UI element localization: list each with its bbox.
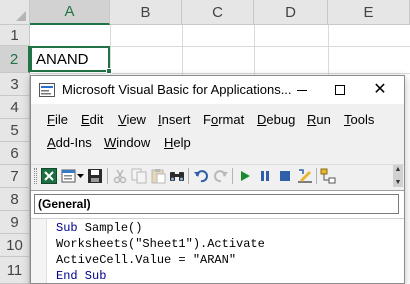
menu-edit-label: dit [89, 112, 104, 127]
menu-add-ins[interactable]: Add-Ins [47, 135, 92, 150]
row-header-11[interactable]: 11 [0, 257, 30, 284]
menu-run-mnemonic: R [307, 112, 317, 127]
menu-help-mnemonic: H [164, 135, 174, 150]
column-header-a[interactable]: A [30, 0, 110, 25]
run-icon[interactable] [236, 167, 254, 185]
menu-add-ins-mnemonic: A [47, 135, 56, 150]
menu-view[interactable]: View [118, 112, 146, 127]
maximize-icon [335, 85, 345, 95]
row-header-7[interactable]: 7 [0, 165, 30, 188]
menu-file[interactable]: File [47, 112, 68, 127]
menu-edit[interactable]: Edit [81, 112, 103, 127]
paste-icon[interactable] [149, 167, 167, 185]
active-cell-a2[interactable]: ANAND [30, 46, 110, 72]
column-header-d[interactable]: D [254, 0, 328, 25]
row-header-4[interactable]: 4 [0, 96, 30, 119]
select-all-corner[interactable] [0, 0, 30, 25]
toolbar-separator [107, 168, 108, 184]
menu-window-label: indow [116, 135, 151, 150]
toolbar-separator [232, 168, 233, 184]
find-icon[interactable] [168, 167, 186, 185]
close-button[interactable]: ✕ [363, 76, 397, 104]
toolbar-overflow-scroll[interactable]: ▲ ▼ [393, 165, 403, 187]
copy-icon[interactable] [130, 167, 148, 185]
code-line-1: Sub Sample() [56, 221, 142, 236]
keyword: Sub [56, 221, 78, 235]
row-header-3[interactable]: 3 [0, 73, 30, 96]
menu-insert-label: nsert [161, 112, 191, 127]
code-line-3: ActiveCell.Value = "ARAN" [56, 253, 237, 267]
menu-view-label: iew [126, 112, 146, 127]
toolbar-separator [188, 168, 189, 184]
project-explorer-icon[interactable] [319, 167, 337, 185]
code-window: (General) Sub Sample() Worksheets("Sheet… [31, 190, 404, 283]
code-margin-indicator[interactable] [31, 219, 47, 283]
code-text: Sample() [77, 221, 143, 235]
menu-insert[interactable]: Insert [158, 112, 191, 127]
grid-line [30, 73, 410, 74]
column-header-c[interactable]: C [182, 0, 254, 25]
row-header-5[interactable]: 5 [0, 119, 30, 142]
menu-debug-mnemonic: D [257, 112, 267, 127]
select-all-triangle-icon [16, 11, 26, 21]
menu-help-label: elp [173, 135, 191, 150]
menu-window[interactable]: Window [104, 135, 150, 150]
menu-file-label: ile [54, 112, 68, 127]
fill-handle[interactable] [106, 68, 112, 74]
menu-bar: File Edit View Insert Format Debug Run T… [31, 104, 404, 164]
menu-debug-label: ebug [266, 112, 296, 127]
close-icon: ✕ [373, 81, 387, 98]
insert-dropdown-icon[interactable] [76, 167, 84, 185]
code-editor[interactable]: Sub Sample() Worksheets("Sheet1").Activa… [31, 218, 404, 283]
menu-tools-label: ools [350, 112, 375, 127]
menu-debug[interactable]: Debug [257, 112, 295, 127]
save-icon[interactable] [86, 167, 104, 185]
menu-format-prefix: F [203, 112, 211, 127]
cut-icon[interactable] [111, 167, 129, 185]
code-line-2: Worksheets("Sheet1").Activate [56, 237, 265, 251]
row-header-9[interactable]: 9 [0, 211, 30, 234]
menu-run[interactable]: Run [307, 112, 331, 127]
menu-format-label: rmat [218, 112, 245, 127]
vba-app-icon [39, 83, 55, 97]
minimize-button[interactable] [285, 76, 319, 104]
menu-format[interactable]: Format [203, 112, 244, 127]
menu-edit-mnemonic: E [81, 112, 90, 127]
menu-tools[interactable]: Tools [344, 112, 374, 127]
object-dropdown[interactable]: (General) [34, 194, 399, 214]
vba-editor-window[interactable]: Microsoft Visual Basic for Applications.… [30, 75, 405, 284]
excel-view-icon[interactable] [40, 167, 58, 185]
redo-icon[interactable] [212, 167, 230, 185]
scroll-down-icon: ▼ [394, 179, 402, 186]
toolbar-grip[interactable] [34, 168, 37, 184]
keyword: End Sub [56, 269, 107, 283]
break-icon[interactable] [256, 167, 274, 185]
menu-run-label: un [316, 112, 331, 127]
standard-toolbar: ▲ ▼ [31, 164, 404, 187]
column-header-b[interactable]: B [110, 0, 182, 25]
menu-help[interactable]: Help [164, 135, 191, 150]
maximize-button[interactable] [323, 76, 357, 104]
menu-add-ins-label: dd-Ins [55, 135, 92, 150]
code-line-4: End Sub [56, 269, 107, 283]
window-title: Microsoft Visual Basic for Applications.… [62, 82, 292, 97]
row-header-8[interactable]: 8 [0, 188, 30, 211]
scroll-up-icon: ▲ [394, 166, 402, 173]
menu-window-mnemonic: W [104, 135, 117, 150]
reset-icon[interactable] [276, 167, 294, 185]
minimize-icon [297, 89, 307, 91]
vba-title-bar[interactable]: Microsoft Visual Basic for Applications.… [31, 76, 404, 104]
row-header-6[interactable]: 6 [0, 142, 30, 165]
menu-file-mnemonic: F [47, 112, 55, 127]
row-header-10[interactable]: 10 [0, 234, 30, 257]
column-header-e[interactable]: E [328, 0, 410, 25]
undo-icon[interactable] [192, 167, 210, 185]
toolbar-separator [316, 168, 317, 184]
design-mode-icon[interactable] [296, 167, 314, 185]
row-header-1[interactable]: 1 [0, 25, 30, 46]
row-header-2[interactable]: 2 [0, 46, 30, 73]
